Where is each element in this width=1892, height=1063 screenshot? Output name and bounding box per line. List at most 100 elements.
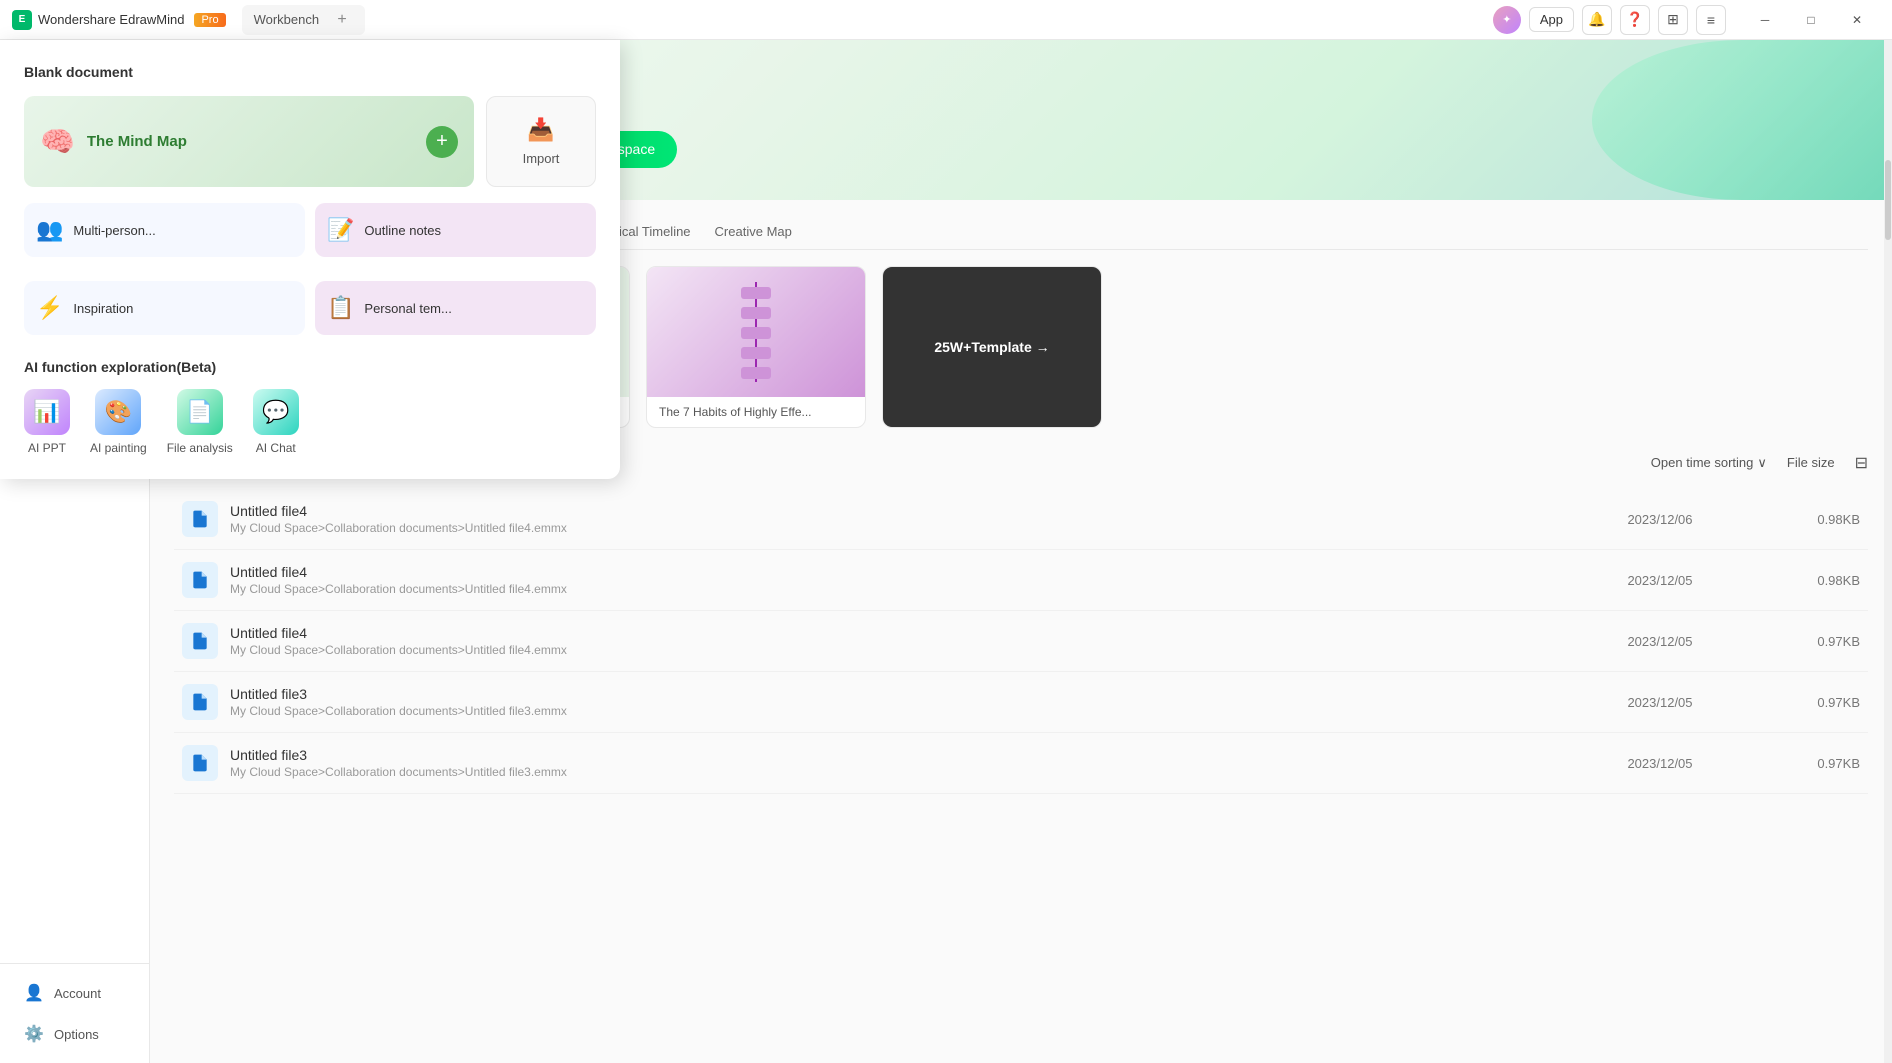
scrollbar[interactable] [1884, 40, 1892, 1063]
app-logo-icon: E [12, 10, 32, 30]
blank-section-title: Blank document [24, 64, 596, 80]
table-row[interactable]: Untitled file4 My Cloud Space>Collaborat… [174, 550, 1868, 611]
mind-map-plus-btn[interactable]: + [426, 126, 458, 158]
mind-map-card-label: The Mind Map [87, 133, 187, 150]
blank-docs-row: 🧠 The Mind Map + 📥 Import [24, 96, 596, 187]
sidebar-item-options[interactable]: ⚙️ Options [8, 1014, 141, 1054]
new-tab-button[interactable]: + [331, 9, 353, 31]
main-tab[interactable]: Workbench + [242, 5, 366, 35]
close-button[interactable]: ✕ [1834, 5, 1880, 35]
doc-path: My Cloud Space>Collaboration documents>U… [230, 582, 1580, 596]
multiperson-label: Multi-person... [73, 223, 155, 238]
personal-tem-label: Personal tem... [364, 301, 451, 316]
table-row[interactable]: Untitled file3 My Cloud Space>Collaborat… [174, 672, 1868, 733]
minimize-button[interactable]: ─ [1742, 5, 1788, 35]
doc-date: 2023/12/05 [1580, 573, 1740, 588]
ai-painting-icon: 🎨 [95, 389, 141, 435]
doc-date: 2023/12/05 [1580, 756, 1740, 771]
doc-size: 0.98KB [1740, 512, 1860, 527]
template-card-3-label: The 7 Habits of Highly Effe... [647, 397, 865, 427]
window-controls: ─ □ ✕ [1742, 5, 1880, 35]
ai-painting-item[interactable]: 🎨 AI painting [90, 389, 147, 455]
multiperson-card[interactable]: 👥 Multi-person... [24, 203, 305, 257]
doc-info: Untitled file4 My Cloud Space>Collaborat… [230, 564, 1580, 596]
tab-creative-map[interactable]: Creative Map [715, 216, 792, 249]
notification-button[interactable]: 🔔 [1582, 5, 1612, 35]
mind-map-card[interactable]: 🧠 The Mind Map + [24, 96, 474, 187]
scrollbar-thumb[interactable] [1885, 160, 1891, 240]
ai-chat-item[interactable]: 💬 AI Chat [253, 389, 299, 455]
inspiration-card-label: Inspiration [73, 301, 133, 316]
doc-name: Untitled file4 [230, 503, 1580, 519]
sort-button[interactable]: Open time sorting ∨ [1651, 455, 1767, 471]
doc-name: Untitled file3 [230, 747, 1580, 763]
template-more-label: 25W+Template → [934, 339, 1049, 355]
file-analysis-item[interactable]: 📄 File analysis [167, 389, 233, 455]
file-size-column-label: File size [1787, 455, 1835, 470]
ai-ppt-item[interactable]: 📊 AI PPT [24, 389, 70, 455]
template-card-3[interactable]: The 7 Habits of Highly Effe... [646, 266, 866, 428]
view-toggle-button[interactable]: ⊟ [1855, 453, 1868, 473]
outline-notes-icon: 📝 [327, 217, 354, 243]
doc-size: 0.98KB [1740, 573, 1860, 588]
ai-ppt-label: AI PPT [28, 441, 66, 455]
create-dropdown-panel: Blank document 🧠 The Mind Map + 📥 Import… [0, 40, 620, 479]
app-button[interactable]: App [1529, 7, 1574, 32]
table-row[interactable]: Untitled file3 My Cloud Space>Collaborat… [174, 733, 1868, 794]
inspiration-card[interactable]: ⚡ Inspiration [24, 281, 305, 335]
table-row[interactable]: Untitled file4 My Cloud Space>Collaborat… [174, 489, 1868, 550]
file-analysis-label: File analysis [167, 441, 233, 455]
doc-date: 2023/12/05 [1580, 695, 1740, 710]
doc-name: Untitled file3 [230, 686, 1580, 702]
titlebar-right: ✦ App 🔔 ❓ ⊞ ≡ ─ □ ✕ [1493, 5, 1880, 35]
doc-info: Untitled file3 My Cloud Space>Collaborat… [230, 747, 1580, 779]
doc-path: My Cloud Space>Collaboration documents>U… [230, 521, 1580, 535]
template-card-3-img [647, 267, 865, 397]
tab-label: Workbench [254, 12, 320, 27]
sort-chevron-icon: ∨ [1757, 455, 1767, 471]
grid-button[interactable]: ⊞ [1658, 5, 1688, 35]
ai-ppt-icon: 📊 [24, 389, 70, 435]
template-badge-label: 25W+Template → [934, 339, 1049, 355]
ai-chat-icon: 💬 [253, 389, 299, 435]
ai-section-title: AI function exploration(Beta) [24, 359, 596, 375]
multiperson-icon: 👥 [36, 217, 63, 243]
import-card[interactable]: 📥 Import [486, 96, 596, 187]
personal-tem-icon: 📋 [327, 295, 354, 321]
doc-file-icon [182, 684, 218, 720]
template-card-3-svg [726, 277, 786, 387]
help-button[interactable]: ❓ [1620, 5, 1650, 35]
doc-date: 2023/12/06 [1580, 512, 1740, 527]
restore-button[interactable]: □ [1788, 5, 1834, 35]
doc-file-icon [182, 562, 218, 598]
avatar[interactable]: ✦ [1493, 6, 1521, 34]
outline-notes-label: Outline notes [364, 223, 441, 238]
doc-info: Untitled file4 My Cloud Space>Collaborat… [230, 625, 1580, 657]
doc-size: 0.97KB [1740, 634, 1860, 649]
doc-path: My Cloud Space>Collaboration documents>U… [230, 643, 1580, 657]
doc-info: Untitled file4 My Cloud Space>Collaborat… [230, 503, 1580, 535]
app-logo: E Wondershare EdrawMind Pro [12, 10, 226, 30]
doc-size: 0.97KB [1740, 695, 1860, 710]
sidebar-bottom: 👤 Account ⚙️ Options [0, 963, 149, 1055]
app-name: Wondershare EdrawMind [38, 12, 184, 27]
doc-info: Untitled file3 My Cloud Space>Collaborat… [230, 686, 1580, 718]
sidebar-item-account[interactable]: 👤 Account [8, 973, 141, 1013]
doc-file-icon [182, 745, 218, 781]
doc-name: Untitled file4 [230, 625, 1580, 641]
user-menu-button[interactable]: ≡ [1696, 5, 1726, 35]
ai-functions-row: 📊 AI PPT 🎨 AI painting 📄 File analysis 💬… [24, 389, 596, 455]
ai-painting-label: AI painting [90, 441, 147, 455]
table-row[interactable]: Untitled file4 My Cloud Space>Collaborat… [174, 611, 1868, 672]
pro-badge: Pro [194, 13, 225, 27]
options-icon: ⚙️ [24, 1024, 44, 1044]
doc-types-row: 👥 Multi-person... 📝 Outline notes [24, 203, 596, 257]
template-more-card[interactable]: 25W+Template → [882, 266, 1102, 428]
app-body: + Create 🏠 Workbench 📁 Local Files ☁️ Cl… [0, 40, 1892, 1063]
personal-tem-card[interactable]: 📋 Personal tem... [315, 281, 596, 335]
documents-list: Untitled file4 My Cloud Space>Collaborat… [174, 489, 1868, 794]
import-card-icon: 📥 [527, 117, 554, 143]
inspiration-card-icon: ⚡ [36, 295, 63, 321]
outline-notes-card[interactable]: 📝 Outline notes [315, 203, 596, 257]
doc-size: 0.97KB [1740, 756, 1860, 771]
